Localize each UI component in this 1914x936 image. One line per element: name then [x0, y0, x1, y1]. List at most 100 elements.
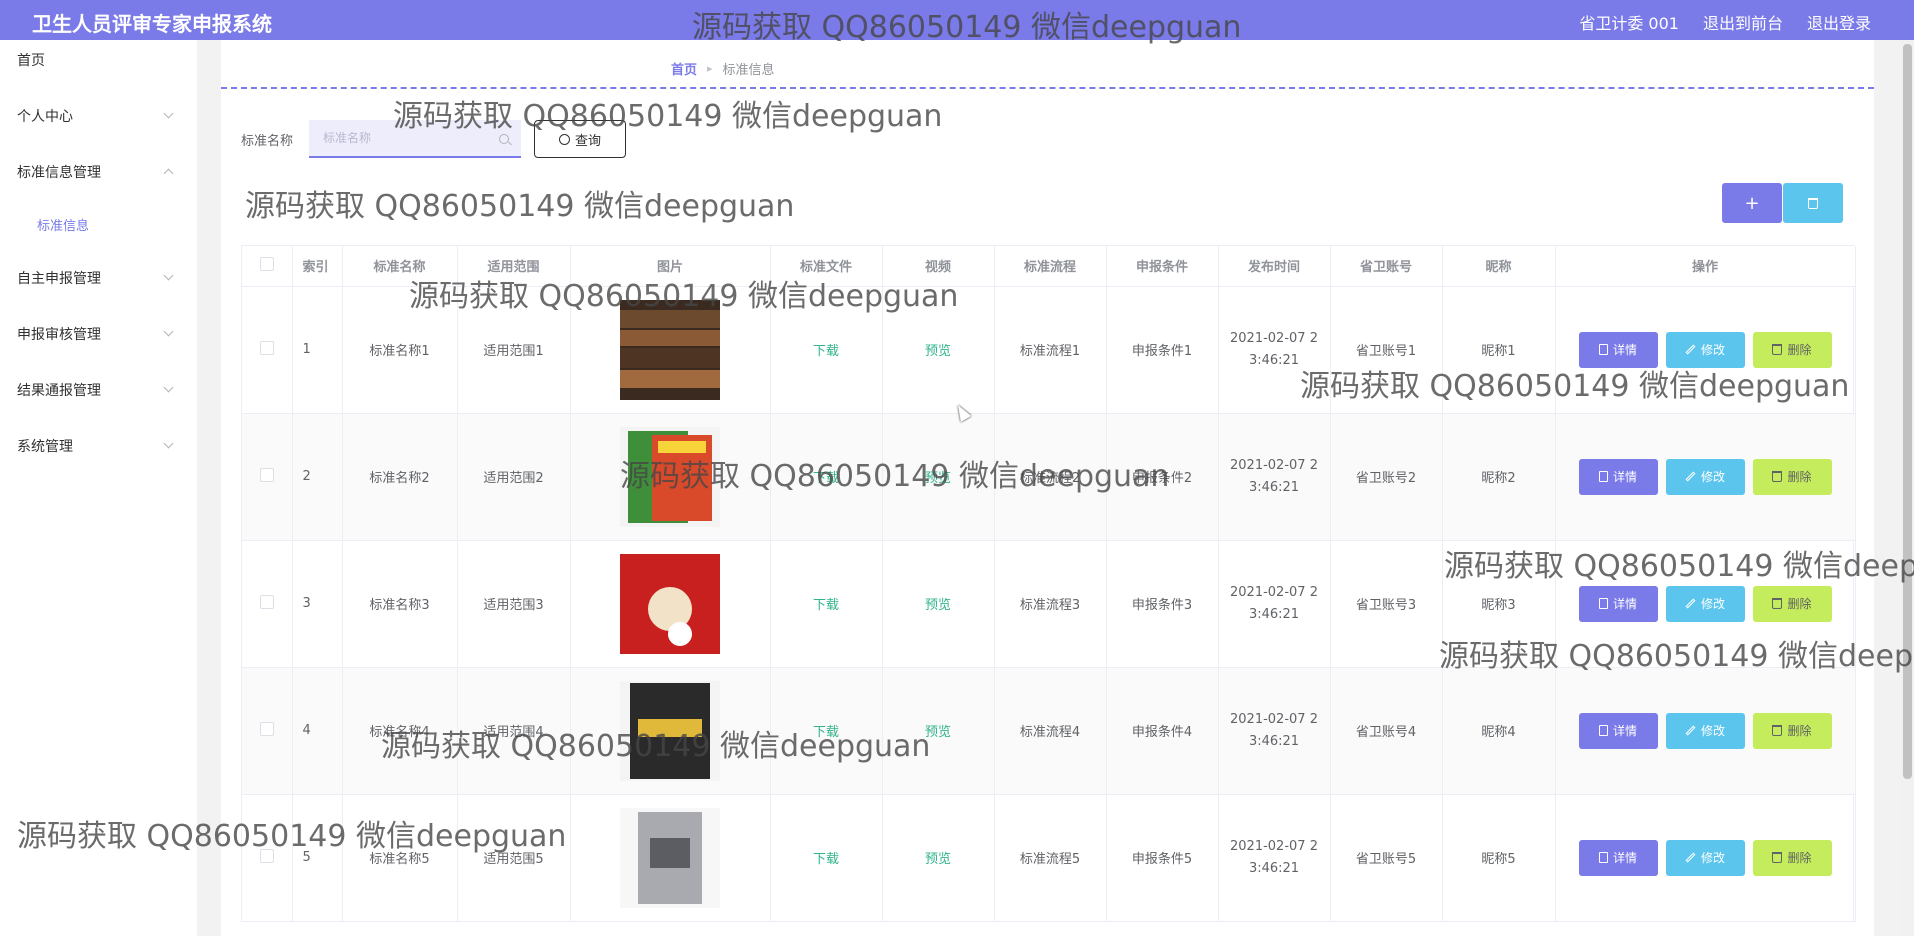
- sidebar-item-standard-info-mgmt[interactable]: 标准信息管理: [0, 152, 197, 192]
- file-cell: 下载: [770, 794, 883, 922]
- account-cell: 省卫账号1: [1330, 286, 1443, 414]
- image-cell: [570, 413, 771, 541]
- select-all-cell: [242, 246, 293, 287]
- nickname-cell: 昵称4: [1442, 667, 1556, 795]
- detail-button[interactable]: 详情: [1578, 458, 1658, 495]
- sidebar-item-label: 标准信息: [37, 218, 90, 234]
- scope-cell: 适用范围3: [457, 540, 571, 668]
- logout-link[interactable]: 退出登录: [1807, 10, 1871, 34]
- table-row: 5 标准名称5 适用范围5 下载 预览 标准流程5 申报条件5 2021-02-07 23:4…: [242, 794, 1856, 922]
- sidebar-item-system[interactable]: 系统管理: [0, 426, 197, 466]
- sidebar-item-self-declare[interactable]: 自主申报管理: [0, 258, 197, 298]
- preview-link[interactable]: 预览: [925, 471, 951, 486]
- row-checkbox[interactable]: [259, 848, 274, 863]
- preview-link[interactable]: 预览: [925, 344, 951, 359]
- breadcrumb-home[interactable]: 首页: [671, 59, 697, 78]
- edit-label: 修改: [1700, 343, 1725, 357]
- pencil-icon: [1685, 852, 1696, 863]
- flow-cell: 标准流程1: [994, 286, 1107, 414]
- table-header-row: 索引 标准名称 适用范围 图片 标准文件 视频 标准流程 申报条件 发布时间 省…: [242, 246, 1856, 287]
- sidebar-item-home[interactable]: 首页: [0, 40, 197, 80]
- name-cell: 标准名称5: [342, 794, 458, 922]
- name-cell: 标准名称1: [342, 286, 458, 414]
- trash-icon: [1772, 852, 1783, 863]
- delete-label: 删除: [1787, 343, 1812, 357]
- search-icon: [499, 134, 509, 144]
- detail-button[interactable]: 详情: [1578, 585, 1658, 622]
- edit-button[interactable]: 修改: [1665, 839, 1745, 876]
- sidebar-item-results[interactable]: 结果通报管理: [0, 370, 197, 410]
- row-checkbox[interactable]: [259, 721, 274, 736]
- delete-button[interactable]: 删除: [1752, 458, 1832, 495]
- delete-button[interactable]: 删除: [1752, 712, 1832, 749]
- scrollbar-thumb[interactable]: [1903, 44, 1912, 779]
- flow-cell: 标准流程4: [994, 667, 1107, 795]
- account-cell: 省卫账号4: [1330, 667, 1443, 795]
- detail-button[interactable]: 详情: [1578, 712, 1658, 749]
- delete-button[interactable]: 删除: [1752, 839, 1832, 876]
- scope-cell: 适用范围1: [457, 286, 571, 414]
- preview-link[interactable]: 预览: [925, 725, 951, 740]
- publish-time-cell: 2021-02-07 23:46:21: [1218, 413, 1331, 541]
- trash-icon: [1772, 471, 1783, 482]
- row-checkbox[interactable]: [259, 467, 274, 482]
- delete-button[interactable]: 删除: [1752, 331, 1832, 368]
- sidebar-item-standard-info[interactable]: 标准信息: [0, 204, 197, 244]
- detail-button[interactable]: 详情: [1578, 839, 1658, 876]
- checkbox-cell: [242, 667, 293, 795]
- scope-cell: 适用范围2: [457, 413, 571, 541]
- trash-icon: [1772, 598, 1783, 609]
- search-input[interactable]: [309, 120, 489, 156]
- download-link[interactable]: 下载: [813, 852, 839, 867]
- edit-button[interactable]: 修改: [1665, 712, 1745, 749]
- edit-label: 修改: [1700, 851, 1725, 865]
- download-link[interactable]: 下载: [813, 598, 839, 613]
- condition-cell: 申报条件2: [1106, 413, 1219, 541]
- download-link[interactable]: 下载: [813, 344, 839, 359]
- document-icon: [1598, 471, 1608, 482]
- download-link[interactable]: 下载: [813, 471, 839, 486]
- row-checkbox[interactable]: [259, 340, 274, 355]
- preview-link[interactable]: 预览: [925, 598, 951, 613]
- edit-button[interactable]: 修改: [1665, 585, 1745, 622]
- row-checkbox[interactable]: [259, 594, 274, 609]
- column-header: 省卫账号: [1330, 246, 1443, 287]
- query-button-label: 查询: [574, 133, 601, 149]
- detail-label: 详情: [1612, 724, 1637, 738]
- column-header: 申报条件: [1106, 246, 1219, 287]
- publish-time-cell: 2021-02-07 23:46:21: [1218, 286, 1331, 414]
- detail-button[interactable]: 详情: [1578, 331, 1658, 368]
- column-header: 标准文件: [770, 246, 883, 287]
- edit-button[interactable]: 修改: [1665, 331, 1745, 368]
- document-icon: [1598, 598, 1608, 609]
- condition-cell: 申报条件4: [1106, 667, 1219, 795]
- column-header: 索引: [292, 246, 343, 287]
- query-button[interactable]: 查询: [534, 120, 626, 158]
- scope-cell: 适用范围5: [457, 794, 571, 922]
- video-cell: 预览: [882, 540, 995, 668]
- delete-button[interactable]: 删除: [1752, 585, 1832, 622]
- checkbox-cell: [242, 286, 293, 414]
- add-button[interactable]: +: [1722, 183, 1782, 223]
- table-row: 4 标准名称4 适用范围4 下载 预览 标准流程4 申报条件4 2021-02-07 23:4…: [242, 667, 1856, 795]
- table-row: 1 标准名称1 适用范围1 下载 预览 标准流程1 申报条件1 2021-02-07 23:4…: [242, 286, 1856, 414]
- index-cell: 1: [292, 286, 343, 414]
- table-row: 2 标准名称2 适用范围2 下载 预览 标准流程2 申报条件2 2021-02-07 23:4…: [242, 413, 1856, 541]
- delete-label: 删除: [1787, 724, 1812, 738]
- actions-cell: 详情 修改 删除: [1555, 540, 1856, 668]
- select-all-checkbox[interactable]: [259, 256, 274, 271]
- batch-delete-button[interactable]: [1783, 183, 1843, 223]
- preview-link[interactable]: 预览: [925, 852, 951, 867]
- video-cell: 预览: [882, 667, 995, 795]
- name-cell: 标准名称2: [342, 413, 458, 541]
- delete-label: 删除: [1787, 851, 1812, 865]
- edit-button[interactable]: 修改: [1665, 458, 1745, 495]
- image-cell: [570, 794, 771, 922]
- nickname-cell: 昵称5: [1442, 794, 1556, 922]
- sidebar-item-personal-center[interactable]: 个人中心: [0, 96, 197, 136]
- column-header: 视频: [882, 246, 995, 287]
- download-link[interactable]: 下载: [813, 725, 839, 740]
- pencil-icon: [1685, 725, 1696, 736]
- back-to-front-link[interactable]: 退出到前台: [1703, 10, 1783, 34]
- sidebar-item-review[interactable]: 申报审核管理: [0, 314, 197, 354]
